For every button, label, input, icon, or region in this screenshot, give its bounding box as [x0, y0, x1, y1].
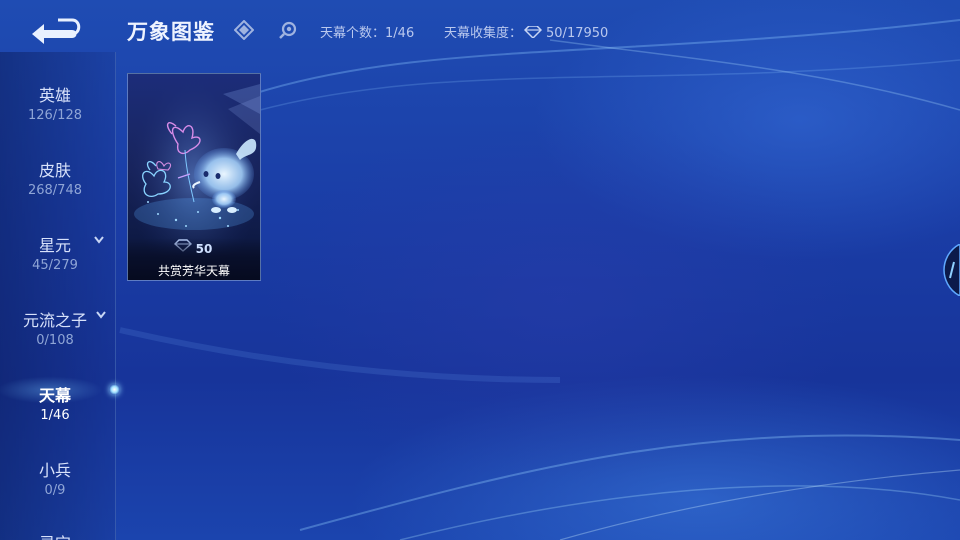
card-price: 50: [128, 242, 260, 256]
chevron-down-icon[interactable]: [96, 311, 106, 319]
skybox-count-label: 天幕个数：: [320, 26, 386, 41]
sidebar-item-count: 1/46: [40, 408, 70, 423]
collection-value: 50/17950: [546, 26, 609, 41]
card-name: 共赏芳华天幕: [157, 264, 230, 278]
back-arrow-icon: [32, 18, 81, 44]
sidebar-item-star-elements[interactable]: 星元 45/279: [0, 232, 114, 292]
collection-stat: 天幕收集度： 50/17950: [444, 22, 608, 41]
sidebar-item-count: 0/9: [44, 483, 66, 498]
active-indicator-dot: [109, 384, 120, 395]
skybox-count-stat: 天幕个数：1/46: [320, 22, 414, 41]
sidebar-item-label: 天幕: [38, 386, 71, 405]
skybox-count-value: 1/46: [385, 26, 415, 41]
sidebar-item-skybox[interactable]: 天幕 1/46: [0, 382, 114, 442]
diamond-filter-icon[interactable]: [234, 20, 254, 40]
sidebar-item-label: 小兵: [38, 461, 71, 480]
sidebar-item-minions[interactable]: 小兵 0/9: [0, 457, 114, 517]
sidebar-item-skins[interactable]: 皮肤 268/748: [0, 157, 114, 217]
sidebar-item-count: 0/108: [36, 333, 74, 348]
skybox-card[interactable]: 50 共赏芳华天幕: [127, 73, 261, 281]
sidebar-item-yuanliu[interactable]: 元流之子 0/108: [0, 307, 114, 367]
side-panel-handle[interactable]: [942, 244, 960, 296]
game-screen: 万象图鉴 天幕个数：1/46 天幕收集度： 50/17950 英雄 126/128…: [0, 0, 960, 540]
sidebar-item-label: 英雄: [38, 86, 71, 105]
sidebar-item-count: 45/279: [32, 258, 78, 273]
page-title: 万象图鉴: [127, 20, 215, 44]
back-button[interactable]: [28, 14, 82, 44]
sidebar-item-lingbao[interactable]: 灵宝: [0, 530, 114, 540]
sidebar-item-count: 126/128: [27, 108, 82, 123]
sidebar-item-label: 元流之子: [22, 311, 87, 330]
sidebar-item-count: 268/748: [27, 183, 82, 198]
sidebar-item-label: 灵宝: [0, 530, 110, 540]
chevron-down-icon[interactable]: [94, 236, 104, 244]
sidebar-item-heroes[interactable]: 英雄 126/128: [0, 82, 114, 142]
gem-icon: [524, 26, 543, 38]
search-icon[interactable]: [278, 20, 298, 40]
collection-label: 天幕收集度：: [444, 26, 523, 41]
sidebar-item-label: 皮肤: [38, 161, 71, 180]
card-price-value: 50: [195, 242, 213, 256]
